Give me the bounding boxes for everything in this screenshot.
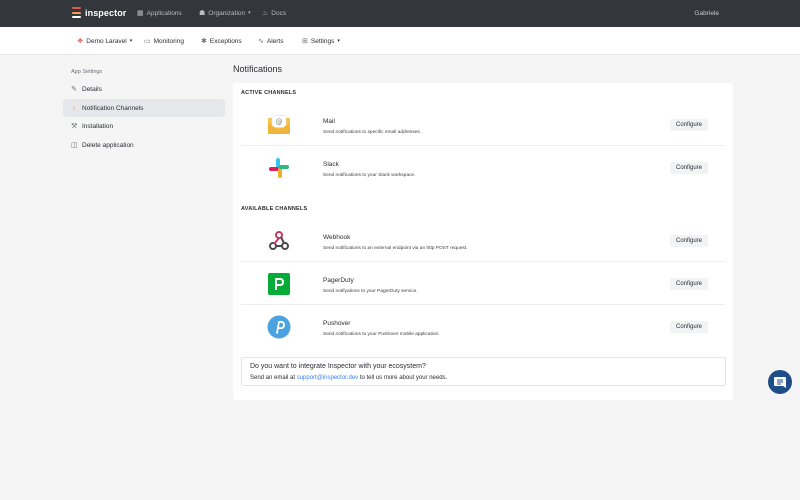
chevron-down-icon: ▾: [248, 10, 251, 16]
channel-row-webhook: Webhook Send notifications to an externa…: [241, 220, 725, 262]
promo-text: Send an email at support@inspector.dev t…: [250, 375, 447, 381]
chevron-down-icon: ▾: [129, 38, 133, 44]
brand-logo[interactable]: inspector: [72, 7, 126, 18]
channel-row-slack: Slack Send notifications to your Slack w…: [241, 147, 725, 189]
bell-icon: ♪: [72, 104, 76, 112]
pencil-icon: ✎: [71, 86, 77, 93]
promo-text-before: Send an email at: [250, 375, 297, 381]
configure-pagerduty-button[interactable]: Configure: [670, 278, 708, 290]
pagerduty-icon: [267, 272, 291, 296]
promo-title: Do you want to integrate Inspector with …: [250, 363, 426, 370]
configure-pushover-button[interactable]: Configure: [670, 321, 708, 333]
channel-name: Webhook: [323, 234, 351, 241]
channel-row-pushover: Pushover Send notifications to your Push…: [241, 306, 725, 348]
slack-icon: [267, 156, 291, 180]
sidebar-item-label: Installation: [82, 122, 114, 130]
app-selector[interactable]: ❖ Demo Laravel ▾: [77, 37, 133, 46]
brand-name: inspector: [85, 7, 127, 18]
nav-organization-label: Organization: [208, 9, 246, 17]
top-navbar: inspector ▦ Applications ☗ Organization …: [0, 0, 800, 27]
monitor-icon: ▭: [144, 38, 151, 45]
chevron-down-icon: ▾: [337, 38, 340, 44]
tab-monitoring[interactable]: ▭ Monitoring: [144, 37, 184, 46]
page-title: Notifications: [233, 64, 283, 74]
sliders-icon: ⊞: [302, 38, 308, 45]
active-channels-heading: ACTIVE CHANNELS: [241, 90, 297, 96]
promo-text-after: to tell us more about your needs.: [358, 375, 448, 381]
sidebar-item-delete-application[interactable]: ◫ Delete application: [63, 136, 225, 154]
tab-exceptions-label: Exceptions: [209, 37, 242, 45]
channel-description: Send notifyations to your PagerDuty serv…: [323, 289, 418, 294]
grid-icon: ▦: [137, 10, 144, 17]
sidebar-item-details[interactable]: ✎ Details: [63, 80, 225, 98]
channel-name: PagerDuty: [323, 277, 354, 284]
sidebar-item-label: Delete application: [82, 141, 134, 149]
channel-row-mail: @ Mail Send notifications to specific em…: [241, 104, 725, 146]
nav-applications-label: Applications: [146, 9, 182, 17]
organization-icon: ☗: [199, 10, 206, 17]
configure-webhook-button[interactable]: Configure: [670, 235, 708, 247]
mail-icon: @: [267, 113, 291, 137]
channel-name: Pushover: [323, 320, 351, 327]
pulse-icon: ∿: [258, 38, 264, 45]
channel-row-pagerduty: PagerDuty Send notifyations to your Page…: [241, 263, 725, 305]
nav-docs[interactable]: ♨ Docs: [262, 9, 287, 18]
sidebar-title: App Settings: [71, 69, 103, 75]
nav-docs-label: Docs: [271, 9, 287, 17]
nav-organization[interactable]: ☗ Organization ▾: [199, 9, 251, 18]
pushover-icon: [267, 315, 291, 339]
svg-text:@: @: [276, 118, 283, 126]
sidebar-item-installation[interactable]: ⚒ Installation: [63, 117, 225, 135]
integration-promo: Do you want to integrate Inspector with …: [241, 357, 726, 386]
available-channels-heading: AVAILABLE CHANNELS: [241, 206, 308, 212]
tab-alerts-label: Alerts: [266, 37, 284, 45]
app-subnav: ❖ Demo Laravel ▾ ▭ Monitoring ✱ Exceptio…: [0, 27, 800, 55]
tab-monitoring-label: Monitoring: [153, 37, 184, 45]
inspector-logo-icon: [72, 7, 81, 18]
channel-name: Mail: [323, 118, 335, 125]
notifications-panel: ACTIVE CHANNELS @ Mail Send notification…: [233, 83, 733, 400]
support-email-link[interactable]: support@inspector.dev: [297, 375, 358, 381]
sidebar-item-label: Details: [82, 85, 102, 93]
laravel-icon: ❖: [77, 38, 84, 45]
chat-icon: [774, 377, 786, 388]
docs-icon: ♨: [262, 10, 269, 17]
tab-exceptions[interactable]: ✱ Exceptions: [201, 37, 242, 46]
configure-mail-button[interactable]: Configure: [670, 119, 708, 131]
channel-description: Send notifications to your Pushover mobi…: [323, 332, 440, 337]
user-menu[interactable]: Gabriele: [694, 10, 719, 17]
sidebar-item-notification-channels[interactable]: ♪ Notification Channels: [63, 99, 225, 117]
channel-description: Send notifications to your Slack workspa…: [323, 173, 416, 178]
trash-icon: ◫: [71, 142, 78, 149]
app-selector-label: Demo Laravel: [86, 37, 127, 45]
chat-widget-button[interactable]: [768, 370, 792, 394]
webhook-icon: [267, 229, 291, 253]
channel-description: Send notifications to an external endpoi…: [323, 246, 468, 251]
bug-icon: ✱: [201, 38, 207, 45]
wrench-icon: ⚒: [71, 123, 78, 130]
tab-settings[interactable]: ⊞ Settings ▾: [302, 37, 340, 46]
sidebar-item-label: Notification Channels: [82, 104, 144, 112]
tab-settings-label: Settings: [310, 37, 335, 45]
tab-alerts[interactable]: ∿ Alerts: [258, 37, 284, 46]
configure-slack-button[interactable]: Configure: [670, 162, 708, 174]
channel-name: Slack: [323, 161, 339, 168]
channel-description: Send notifications to specific email add…: [323, 130, 422, 135]
nav-applications[interactable]: ▦ Applications: [137, 9, 182, 18]
